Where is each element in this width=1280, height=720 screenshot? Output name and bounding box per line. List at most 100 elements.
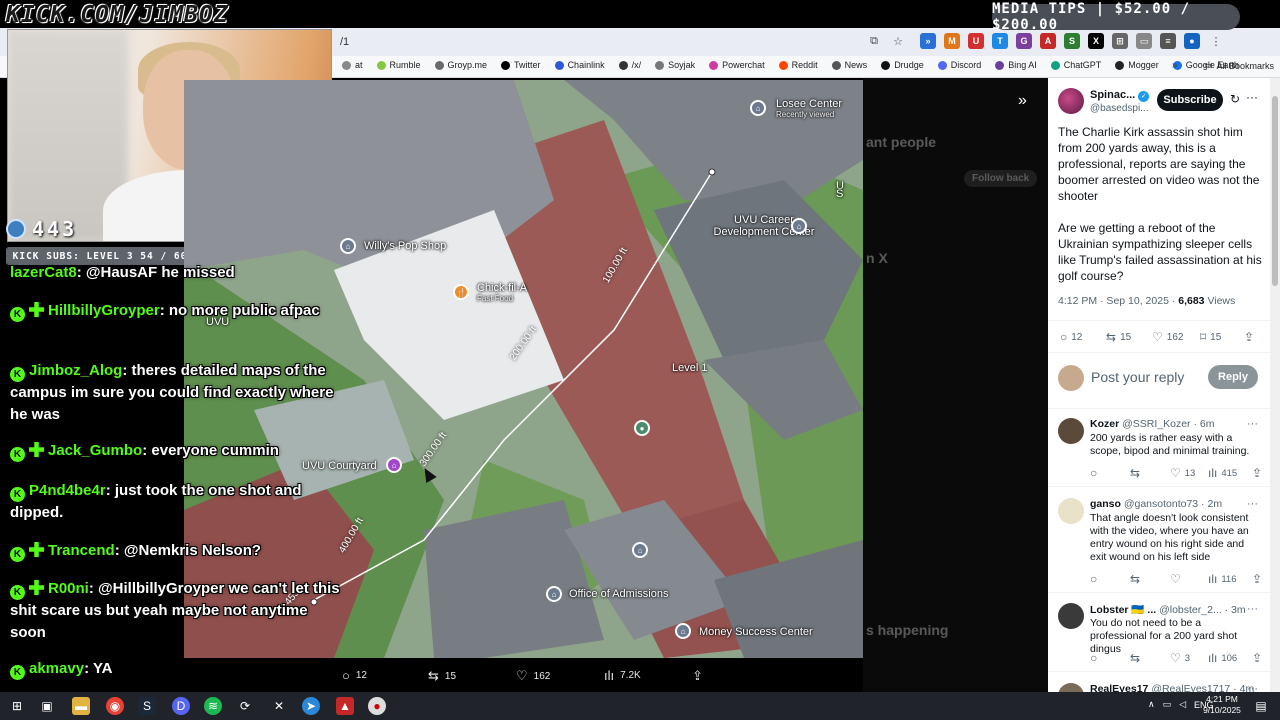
- chat-username[interactable]: HillbillyGroyper: [48, 302, 160, 319]
- reply-repost-button[interactable]: ⇆: [1130, 572, 1144, 586]
- extension-icon[interactable]: A: [1040, 33, 1056, 49]
- reply-header[interactable]: Kozer @SSRI_Kozer · 6m: [1090, 418, 1214, 430]
- like-button[interactable]: ♡ 162: [1152, 330, 1183, 344]
- reply-views-button[interactable]: ılı 415: [1208, 466, 1237, 480]
- chat-username[interactable]: Jimboz_Alog: [29, 362, 122, 379]
- reply-like-button[interactable]: ♡: [1170, 572, 1185, 586]
- reply-avatar[interactable]: [1058, 603, 1084, 629]
- steam-icon[interactable]: S: [138, 697, 156, 715]
- reply-share-button[interactable]: ⇪: [1252, 466, 1262, 480]
- bookmark-item[interactable]: Reddit: [778, 60, 818, 70]
- scrollbar-thumb[interactable]: [1272, 96, 1278, 286]
- map-pin-icon[interactable]: ⌂: [750, 100, 766, 116]
- reply-reply-button[interactable]: ○: [1090, 466, 1101, 480]
- spotify-icon[interactable]: ≋: [204, 697, 222, 715]
- reply-button[interactable]: ○ 12: [1060, 330, 1082, 344]
- map-pin-icon[interactable]: ●: [634, 420, 650, 436]
- app-icon[interactable]: ✕: [270, 697, 288, 715]
- reply-submit-button[interactable]: Reply: [1208, 365, 1258, 389]
- more-options-icon[interactable]: ···: [1247, 498, 1258, 510]
- reply-avatar[interactable]: [1058, 498, 1084, 524]
- restaurant-pin-icon[interactable]: 🍴: [453, 284, 469, 300]
- reply-reply-button[interactable]: ○: [1090, 572, 1101, 586]
- reply-avatar[interactable]: [1058, 418, 1084, 444]
- chat-username[interactable]: Trancend: [48, 542, 115, 559]
- reply-reply-button[interactable]: ○: [1090, 651, 1101, 665]
- reply-views-button[interactable]: ılı 116: [1208, 572, 1237, 586]
- author-avatar[interactable]: [1058, 88, 1084, 114]
- shield-icon[interactable]: U: [968, 33, 984, 49]
- bookmark-item[interactable]: Groyp.me: [434, 60, 487, 70]
- all-bookmarks-button[interactable]: ▭ All Bookmarks: [1204, 60, 1274, 71]
- bookmark-item[interactable]: Mogger: [1115, 60, 1159, 70]
- file-explorer-icon[interactable]: ▬: [72, 697, 90, 715]
- chat-username[interactable]: R00ni: [48, 580, 89, 597]
- telegram-icon[interactable]: ➤: [302, 697, 320, 715]
- chat-username[interactable]: akmavy: [29, 660, 84, 677]
- url-text[interactable]: /1: [340, 36, 349, 48]
- map-label-losee[interactable]: Losee Center Recently viewed: [776, 98, 842, 119]
- bookmark-item[interactable]: ChatGPT: [1050, 60, 1101, 70]
- notifications-icon[interactable]: ▤: [1252, 697, 1270, 715]
- map-pin-icon[interactable]: ⌂: [675, 623, 691, 639]
- media-repost-button[interactable]: ⇆ 15: [428, 668, 456, 684]
- discord-icon[interactable]: D: [172, 697, 190, 715]
- obs-icon[interactable]: ●: [368, 697, 386, 715]
- close-expand-icon[interactable]: »: [1018, 92, 1027, 110]
- menu-kebab-icon[interactable]: ⋮: [1208, 33, 1224, 49]
- more-options-icon[interactable]: ···: [1247, 603, 1258, 615]
- tray-chevron-icon[interactable]: ∧: [1148, 699, 1155, 710]
- bookmark-item[interactable]: Discord: [937, 60, 981, 70]
- reply-repost-button[interactable]: ⇆: [1130, 466, 1144, 480]
- network-icon[interactable]: ▭: [1163, 699, 1172, 710]
- repost-button[interactable]: ⇆ 15: [1106, 330, 1131, 344]
- sidebar-icon[interactable]: ▭: [1136, 33, 1152, 49]
- app-icon[interactable]: ⟳: [236, 697, 254, 715]
- reply-repost-button[interactable]: ⇆: [1130, 651, 1144, 665]
- reply-author-name[interactable]: Kozer: [1090, 418, 1119, 430]
- bookmark-item[interactable]: Twitter: [501, 60, 541, 70]
- media-reply-button[interactable]: ○ 12: [342, 668, 367, 683]
- profile-icon[interactable]: ●: [1184, 33, 1200, 49]
- bookmark-item[interactable]: Drudge: [881, 60, 924, 70]
- courtyard-pin-icon[interactable]: ⌂: [386, 457, 402, 473]
- extension-icon[interactable]: G: [1016, 33, 1032, 49]
- reply-like-button[interactable]: ♡ 3: [1170, 651, 1190, 665]
- subscribe-button[interactable]: Subscribe: [1157, 89, 1223, 111]
- reply-input[interactable]: Post your reply: [1091, 369, 1184, 385]
- bookmark-item[interactable]: Soyjak: [655, 60, 695, 70]
- tweet-timestamp[interactable]: 4:12 PM · Sep 10, 2025 · 6,683 Views: [1058, 295, 1235, 307]
- bookmark-button[interactable]: ⌑ 15: [1200, 330, 1221, 344]
- bookmark-item[interactable]: Rumble: [376, 60, 421, 70]
- install-icon[interactable]: ⧉: [866, 33, 882, 49]
- queue-icon[interactable]: ≡: [1160, 33, 1176, 49]
- media-views-button[interactable]: ılı 7.2K: [604, 668, 641, 683]
- more-options-icon[interactable]: ···: [1247, 418, 1258, 430]
- extension-icon[interactable]: »: [920, 33, 936, 49]
- taskbar-clock[interactable]: 4:21 PM 9/10/2025: [1200, 694, 1244, 716]
- bookmark-item[interactable]: at: [342, 60, 363, 70]
- share-button[interactable]: ⇪: [1244, 330, 1254, 344]
- map-label-admissions[interactable]: Office of Admissions: [569, 588, 668, 600]
- map-label-willys[interactable]: Willy's Pop Shop: [364, 240, 446, 252]
- bookmark-item[interactable]: Bing AI: [995, 60, 1037, 70]
- grok-icon[interactable]: ↻: [1230, 92, 1240, 106]
- bookmark-item[interactable]: Chainlink: [554, 60, 605, 70]
- more-options-icon[interactable]: ···: [1246, 90, 1258, 104]
- chat-username[interactable]: P4nd4be4r: [29, 482, 106, 499]
- task-view-icon[interactable]: ▣: [38, 697, 56, 715]
- bookmarks-more-icon[interactable]: »: [1172, 60, 1178, 71]
- reply-share-button[interactable]: ⇪: [1252, 572, 1262, 586]
- reply-header[interactable]: Lobster 🇺🇦 ... @lobster_2... · 3m: [1090, 603, 1246, 616]
- author-name[interactable]: Spinac... ✓: [1090, 89, 1150, 102]
- media-share-button[interactable]: ⇪: [692, 668, 703, 684]
- map-pin-icon[interactable]: ⌂: [632, 542, 648, 558]
- extension-icon[interactable]: S: [1064, 33, 1080, 49]
- windows-start-icon[interactable]: ⊞: [8, 697, 26, 715]
- x-icon[interactable]: X: [1088, 33, 1104, 49]
- bookmark-item[interactable]: Powerchat: [709, 60, 765, 70]
- media-like-button[interactable]: ♡ 162: [516, 668, 550, 684]
- author-handle[interactable]: @basedspi...: [1090, 103, 1149, 114]
- reply-like-button[interactable]: ♡ 13: [1170, 466, 1195, 480]
- translate-icon[interactable]: T: [992, 33, 1008, 49]
